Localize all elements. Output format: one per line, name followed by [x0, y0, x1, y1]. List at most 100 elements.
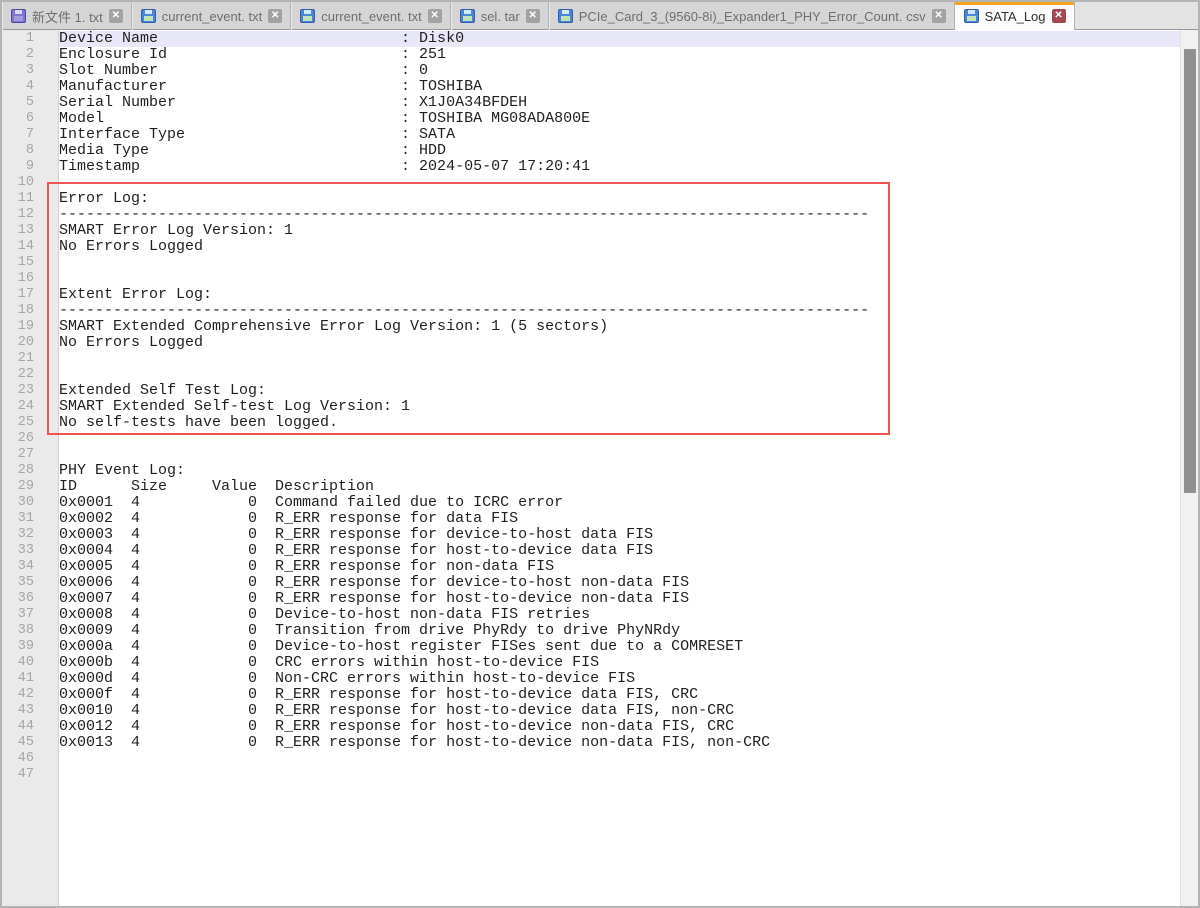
line-text: 0x0007 4 0 R_ERR response for host-to-de… [59, 591, 1180, 607]
line-text [59, 271, 1180, 287]
line-number: 36 [2, 591, 34, 607]
gutter-margin [34, 751, 59, 767]
editor-area[interactable]: 1Device Name : Disk02Enclosure Id : 2513… [2, 30, 1198, 906]
line-text [59, 431, 1180, 447]
tab-close-icon[interactable]: ✕ [268, 9, 282, 23]
editor-line: 340x0005 4 0 R_ERR response for non-data… [2, 559, 1180, 575]
line-text: 0x000a 4 0 Device-to-host register FISes… [59, 639, 1180, 655]
line-text: 0x0010 4 0 R_ERR response for host-to-de… [59, 703, 1180, 719]
gutter-margin [34, 239, 59, 255]
editor-line: 18--------------------------------------… [2, 303, 1180, 319]
line-text: 0x000d 4 0 Non-CRC errors within host-to… [59, 671, 1180, 687]
line-text: Media Type : HDD [59, 143, 1180, 159]
editor-line: 390x000a 4 0 Device-to-host register FIS… [2, 639, 1180, 655]
line-text [59, 175, 1180, 191]
line-number: 6 [2, 111, 34, 127]
tab-5[interactable]: PCIe_Card_3_(9560-8i)_Expander1_PHY_Erro… [549, 2, 955, 30]
line-text: No Errors Logged [59, 239, 1180, 255]
line-text: 0x0006 4 0 R_ERR response for device-to-… [59, 575, 1180, 591]
line-number: 17 [2, 287, 34, 303]
tab-close-icon[interactable]: ✕ [932, 9, 946, 23]
line-text: 0x000f 4 0 R_ERR response for host-to-de… [59, 687, 1180, 703]
gutter-margin [34, 735, 59, 751]
line-number: 23 [2, 383, 34, 399]
line-number: 25 [2, 415, 34, 431]
editor-line: 6Model : TOSHIBA MG08ADA800E [2, 111, 1180, 127]
tab-close-icon[interactable]: ✕ [526, 9, 540, 23]
scrollbar-thumb[interactable] [1184, 49, 1196, 493]
tab-close-icon[interactable]: ✕ [109, 9, 123, 23]
line-text: 0x0008 4 0 Device-to-host non-data FIS r… [59, 607, 1180, 623]
line-text: No Errors Logged [59, 335, 1180, 351]
line-number: 7 [2, 127, 34, 143]
line-text [59, 447, 1180, 463]
editor-line: 29ID Size Value Description [2, 479, 1180, 495]
tab-label: PCIe_Card_3_(9560-8i)_Expander1_PHY_Erro… [579, 9, 926, 24]
editor-line: 400x000b 4 0 CRC errors within host-to-d… [2, 655, 1180, 671]
gutter-margin [34, 575, 59, 591]
line-number: 44 [2, 719, 34, 735]
gutter-margin [34, 431, 59, 447]
editor-line: 7Interface Type : SATA [2, 127, 1180, 143]
gutter-margin [34, 127, 59, 143]
line-number: 43 [2, 703, 34, 719]
text-editor-window: 新文件 1. txt✕current_event. txt✕current_ev… [0, 0, 1200, 908]
gutter-margin [34, 671, 59, 687]
tab-2[interactable]: current_event. txt ✕ [132, 2, 291, 30]
line-text: 0x0003 4 0 R_ERR response for device-to-… [59, 527, 1180, 543]
editor-line: 12--------------------------------------… [2, 207, 1180, 223]
tab-label: current_event. txt [321, 9, 421, 24]
tab-1[interactable]: 新文件 1. txt✕ [2, 2, 132, 30]
line-text: 0x0004 4 0 R_ERR response for host-to-de… [59, 543, 1180, 559]
line-text: ----------------------------------------… [59, 303, 1180, 319]
gutter-margin [34, 767, 59, 783]
gutter-margin [34, 511, 59, 527]
line-text: Enclosure Id : 251 [59, 47, 1180, 63]
line-number: 27 [2, 447, 34, 463]
vertical-scrollbar[interactable] [1180, 30, 1198, 906]
tab-6[interactable]: SATA_Log✕ [955, 2, 1075, 30]
gutter-margin [34, 495, 59, 511]
gutter-margin [34, 399, 59, 415]
editor-line: 17Extent Error Log: [2, 287, 1180, 303]
tab-4[interactable]: sel. tar✕ [451, 2, 549, 30]
gutter-margin [34, 655, 59, 671]
line-number: 38 [2, 623, 34, 639]
tab-close-icon[interactable]: ✕ [428, 9, 442, 23]
tab-3[interactable]: current_event. txt ✕ [291, 2, 450, 30]
line-number: 21 [2, 351, 34, 367]
line-number: 32 [2, 527, 34, 543]
line-text: Device Name : Disk0 [59, 31, 1180, 47]
editor-line: 310x0002 4 0 R_ERR response for data FIS [2, 511, 1180, 527]
tab-label: current_event. txt [162, 9, 262, 24]
editor-line: 4Manufacturer : TOSHIBA [2, 79, 1180, 95]
line-text: Extended Self Test Log: [59, 383, 1180, 399]
gutter-margin [34, 47, 59, 63]
editor-lines[interactable]: 1Device Name : Disk02Enclosure Id : 2513… [2, 30, 1180, 906]
gutter-margin [34, 79, 59, 95]
editor-line: 1 Device Name : Disk0 [2, 31, 1180, 47]
floppy-saved-icon [558, 9, 573, 23]
gutter-margin [34, 591, 59, 607]
editor-line: 5Serial Number : X1J0A34BFDEH [2, 95, 1180, 111]
editor-line: 27 [2, 447, 1180, 463]
tab-close-icon[interactable]: ✕ [1052, 9, 1066, 23]
line-text: SMART Error Log Version: 1 [59, 223, 1180, 239]
floppy-unsaved-icon [11, 9, 26, 23]
line-number: 20 [2, 335, 34, 351]
gutter-margin [34, 303, 59, 319]
line-number: 8 [2, 143, 34, 159]
editor-line: 28PHY Event Log: [2, 463, 1180, 479]
editor-line: 43 0x0010 4 0 R_ERR response for host-to-… [2, 703, 1180, 719]
gutter-margin [34, 351, 59, 367]
line-number: 5 [2, 95, 34, 111]
gutter-margin [34, 95, 59, 111]
line-text: 0x0002 4 0 R_ERR response for data FIS [59, 511, 1180, 527]
gutter-margin [34, 463, 59, 479]
gutter-margin [34, 639, 59, 655]
line-number: 1 [2, 31, 34, 47]
editor-line: 15 [2, 255, 1180, 271]
line-text: 0x0012 4 0 R_ERR response for host-to-de… [59, 719, 1180, 735]
line-text: Timestamp : 2024-05-07 17:20:41 [59, 159, 1180, 175]
gutter-margin [34, 255, 59, 271]
